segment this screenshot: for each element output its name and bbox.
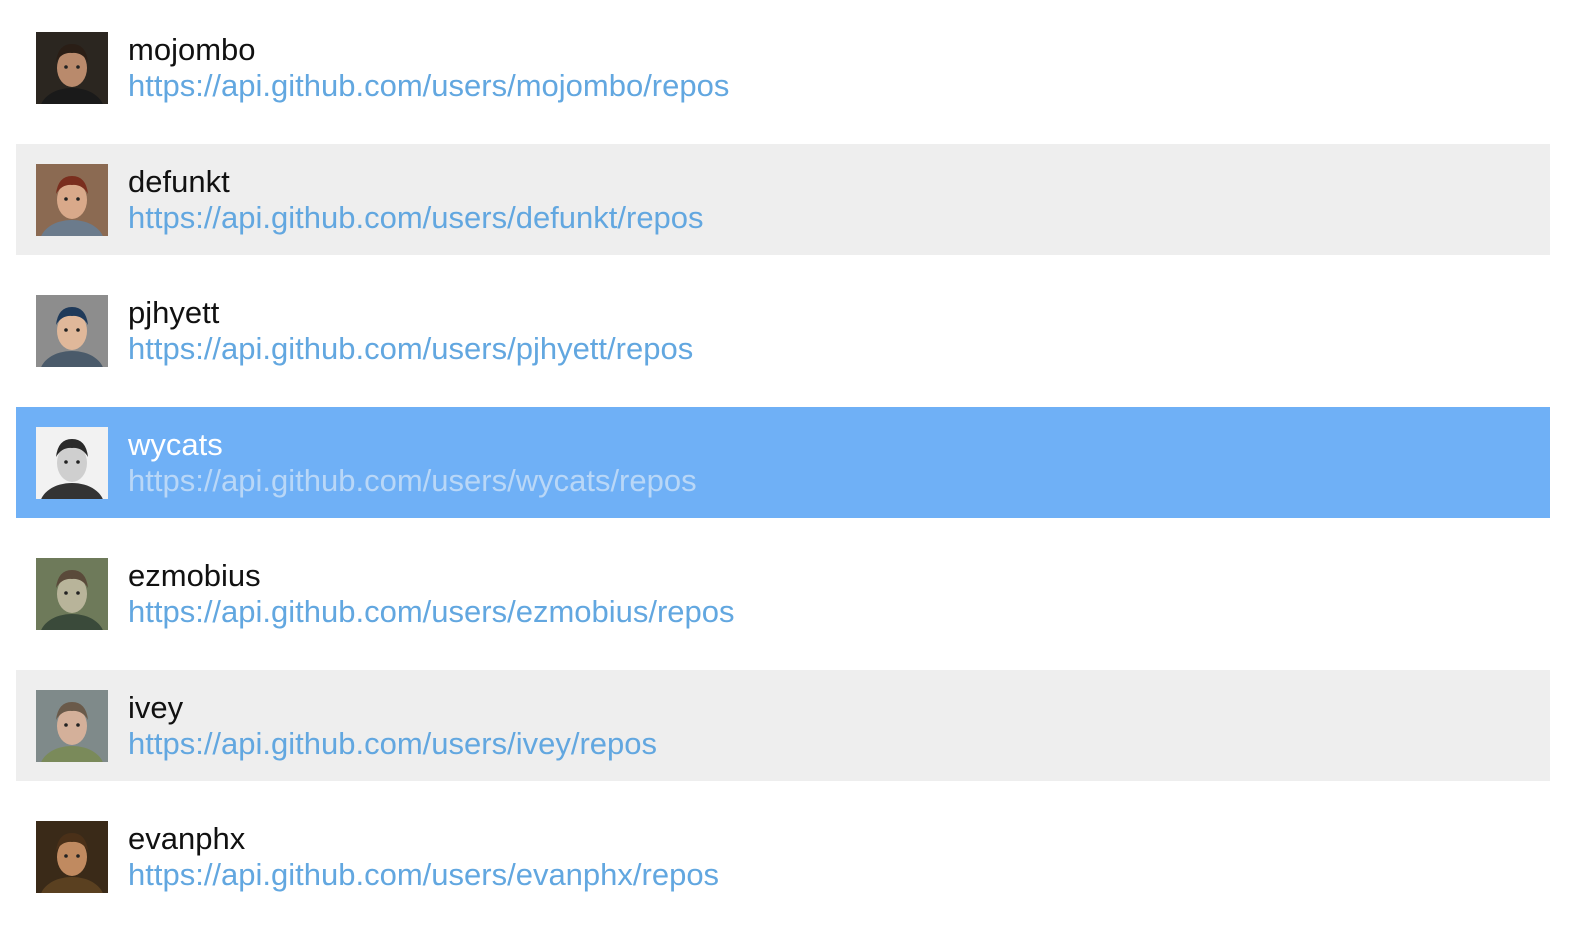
username: ezmobius xyxy=(128,558,261,593)
avatar-portrait xyxy=(36,558,108,630)
avatar-portrait xyxy=(36,32,108,104)
avatar-eye xyxy=(64,196,68,201)
repos-link[interactable]: https://api.github.com/users/ivey/repos xyxy=(128,726,657,762)
avatar[interactable] xyxy=(36,32,108,104)
repos-link[interactable]: https://api.github.com/users/mojombo/rep… xyxy=(128,68,729,104)
avatar-eye xyxy=(76,65,80,69)
username: wycats xyxy=(128,426,223,462)
avatar-eye xyxy=(76,591,80,595)
avatar-portrait xyxy=(36,821,108,893)
repos-link[interactable]: https://api.github.com/users/ezmobius/re… xyxy=(128,594,735,630)
user-row-ezmobius[interactable]: ezmobius https://api.github.com/users/ez… xyxy=(16,538,1550,649)
avatar-eye xyxy=(64,854,68,858)
avatar-eye xyxy=(64,722,68,727)
username: defunkt xyxy=(128,163,230,199)
username: ivey xyxy=(128,689,184,725)
avatar-eye xyxy=(64,65,68,69)
user-row-pjhyett[interactable]: pjhyett https://api.github.com/users/pjh… xyxy=(16,275,1550,386)
user-row-ivey[interactable]: ivey https://api.github.com/users/ivey/r… xyxy=(16,669,1550,781)
repos-link[interactable]: https://api.github.com/users/evanphx/rep… xyxy=(128,857,719,893)
repos-link[interactable]: https://api.github.com/users/pjhyett/rep… xyxy=(128,331,693,367)
avatar-portrait xyxy=(36,163,108,236)
avatar-eye xyxy=(76,459,80,464)
avatar[interactable] xyxy=(36,295,108,367)
avatar-portrait xyxy=(36,426,108,499)
user-list: mojombo https://api.github.com/users/moj… xyxy=(16,12,1550,933)
user-row-defunkt[interactable]: defunkt https://api.github.com/users/def… xyxy=(16,143,1550,255)
avatar-eye xyxy=(76,196,80,201)
user-row-wycats[interactable]: wycats https://api.github.com/users/wyca… xyxy=(16,406,1550,518)
avatar[interactable] xyxy=(36,426,108,499)
avatar-eye xyxy=(64,591,68,595)
avatar[interactable] xyxy=(36,689,108,762)
avatar-portrait xyxy=(36,295,108,367)
avatar[interactable] xyxy=(36,821,108,893)
avatar-eye xyxy=(64,459,68,464)
avatar-eye xyxy=(76,854,80,858)
username: mojombo xyxy=(128,32,256,67)
repos-link[interactable]: https://api.github.com/users/defunkt/rep… xyxy=(128,200,704,236)
avatar-portrait xyxy=(36,689,108,762)
user-row-evanphx[interactable]: evanphx https://api.github.com/users/eva… xyxy=(16,801,1550,912)
avatar-eye xyxy=(64,328,68,332)
avatar[interactable] xyxy=(36,558,108,630)
username: pjhyett xyxy=(128,295,220,330)
avatar[interactable] xyxy=(36,163,108,236)
avatar-eye xyxy=(76,328,80,332)
username: evanphx xyxy=(128,821,246,856)
repos-link[interactable]: https://api.github.com/users/wycats/repo… xyxy=(128,463,697,499)
user-row-mojombo[interactable]: mojombo https://api.github.com/users/moj… xyxy=(16,12,1550,123)
avatar-eye xyxy=(76,722,80,727)
